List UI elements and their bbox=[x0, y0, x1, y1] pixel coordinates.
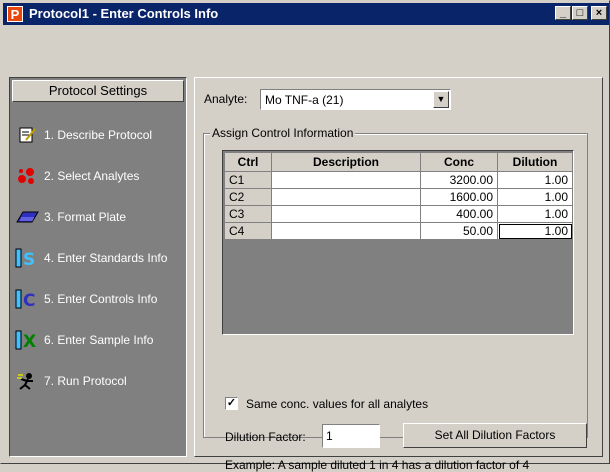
nav-label: 4. Enter Standards Info bbox=[44, 251, 168, 265]
nav-run-protocol[interactable]: 7. Run Protocol bbox=[14, 368, 186, 394]
ctrl-cell[interactable]: C3 bbox=[224, 205, 272, 223]
ctrl-cell[interactable]: C4 bbox=[224, 222, 272, 240]
app-window: P Protocol1 - Enter Controls Info _ □ × … bbox=[0, 0, 610, 472]
example-text: Example: A sample diluted 1 in 4 has a d… bbox=[225, 458, 530, 472]
description-cell[interactable] bbox=[271, 205, 421, 223]
title-bar[interactable]: P Protocol1 - Enter Controls Info _ □ × bbox=[3, 3, 609, 25]
set-all-dilution-factors-button[interactable]: Set All Dilution Factors bbox=[403, 423, 587, 448]
select-analytes-icon bbox=[14, 165, 40, 187]
analyte-select[interactable]: Mo TNF-a (21) ▼ bbox=[260, 89, 451, 110]
column-header-ctrl[interactable]: Ctrl bbox=[224, 152, 272, 172]
run-protocol-icon bbox=[14, 370, 40, 392]
nav-label: 7. Run Protocol bbox=[44, 374, 127, 388]
description-cell[interactable] bbox=[271, 222, 421, 240]
conc-cell[interactable]: 400.00 bbox=[420, 205, 498, 223]
nav-enter-controls-info[interactable]: C 5. Enter Controls Info bbox=[14, 286, 186, 312]
controls-info-panel: Analyte: Mo TNF-a (21) ▼ Assign Control … bbox=[194, 77, 603, 472]
column-header-dilution[interactable]: Dilution bbox=[497, 152, 573, 172]
same-conc-checkbox[interactable]: ✓ bbox=[225, 397, 238, 410]
description-cell[interactable] bbox=[271, 171, 421, 189]
nav-label: 1. Describe Protocol bbox=[44, 128, 153, 142]
nav-label: 3. Format Plate bbox=[44, 210, 127, 224]
dilution-factor-input[interactable]: 1 bbox=[322, 424, 380, 448]
nav-label: 5. Enter Controls Info bbox=[44, 292, 158, 306]
conc-cell[interactable]: 3200.00 bbox=[420, 171, 498, 189]
sample-icon: X bbox=[14, 329, 40, 351]
same-conc-label[interactable]: Same conc. values for all analytes bbox=[246, 397, 428, 411]
dilution-cell[interactable]: 1.00 bbox=[497, 205, 573, 223]
controls-icon: C bbox=[14, 288, 40, 310]
description-cell[interactable] bbox=[271, 188, 421, 206]
conc-cell[interactable]: 1600.00 bbox=[420, 188, 498, 206]
ctrl-cell[interactable]: C2 bbox=[224, 188, 272, 206]
chevron-down-icon[interactable]: ▼ bbox=[433, 91, 449, 108]
analyte-value: Mo TNF-a (21) bbox=[265, 93, 344, 107]
maximize-button[interactable]: □ bbox=[572, 6, 588, 20]
table-row: C4 50.00 1.00 bbox=[224, 222, 573, 240]
table-row: C1 3200.00 1.00 bbox=[224, 171, 573, 189]
nav-label: 2. Select Analytes bbox=[44, 169, 140, 183]
dilution-cell[interactable]: 1.00 bbox=[497, 188, 573, 206]
format-plate-icon bbox=[14, 206, 40, 228]
assign-control-group: Assign Control Information Ctrl Descript… bbox=[203, 126, 588, 472]
nav-enter-standards-info[interactable]: S 4. Enter Standards Info bbox=[14, 245, 186, 271]
nav-describe-protocol[interactable]: 1. Describe Protocol bbox=[14, 122, 186, 148]
nav-select-analytes[interactable]: 2. Select Analytes bbox=[14, 163, 186, 189]
controls-table: Ctrl Description Conc Dilution C1 3200.0… bbox=[224, 152, 573, 240]
minimize-button[interactable]: _ bbox=[555, 6, 571, 20]
dilution-cell[interactable]: 1.00 bbox=[497, 171, 573, 189]
ctrl-cell[interactable]: C1 bbox=[224, 171, 272, 189]
table-row: C3 400.00 1.00 bbox=[224, 205, 573, 223]
app-icon[interactable]: P bbox=[7, 6, 23, 22]
group-title: Assign Control Information bbox=[210, 126, 356, 140]
analyte-label: Analyte: bbox=[204, 92, 248, 106]
column-header-conc[interactable]: Conc bbox=[420, 152, 498, 172]
column-header-description[interactable]: Description bbox=[271, 152, 421, 172]
protocol-settings-header: Protocol Settings bbox=[12, 80, 184, 102]
nav-format-plate[interactable]: 3. Format Plate bbox=[14, 204, 186, 230]
toolbar-area bbox=[3, 25, 609, 73]
window-title: Protocol1 - Enter Controls Info bbox=[29, 6, 219, 21]
svg-text:X: X bbox=[23, 332, 36, 351]
close-button[interactable]: × bbox=[591, 6, 607, 20]
table-row: C2 1600.00 1.00 bbox=[224, 188, 573, 206]
nav-enter-sample-info[interactable]: X 6. Enter Sample Info bbox=[14, 327, 186, 353]
nav-label: 6. Enter Sample Info bbox=[44, 333, 154, 347]
conc-cell[interactable]: 50.00 bbox=[420, 222, 498, 240]
dilution-factor-label: Dilution Factor: bbox=[225, 430, 306, 444]
describe-protocol-icon bbox=[14, 124, 40, 146]
standards-icon: S bbox=[14, 247, 40, 269]
controls-grid[interactable]: Ctrl Description Conc Dilution C1 3200.0… bbox=[222, 150, 574, 335]
dilution-cell[interactable]: 1.00 bbox=[497, 222, 573, 240]
svg-text:C: C bbox=[23, 291, 35, 310]
svg-text:S: S bbox=[23, 250, 35, 269]
protocol-settings-panel: Protocol Settings 1. Describe Protocol 2… bbox=[9, 77, 187, 457]
